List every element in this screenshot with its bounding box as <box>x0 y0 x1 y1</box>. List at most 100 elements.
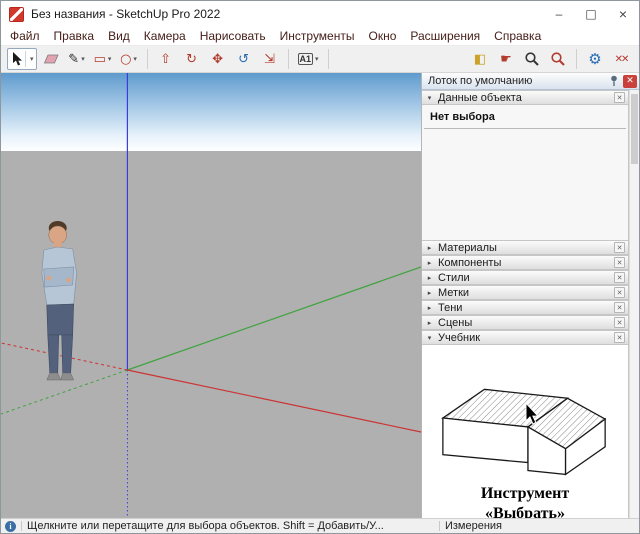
measurements-input[interactable] <box>507 519 635 533</box>
circle-tool-button[interactable]: ○ ▾ <box>117 48 141 70</box>
panel-entity-info-header[interactable]: ▾ Данные объекта ✕ <box>422 90 629 105</box>
toolbar-separator <box>147 49 148 69</box>
panel-shadows-header[interactable]: ▸ Тени ✕ <box>422 300 629 315</box>
menu-camera[interactable]: Камера <box>137 28 193 44</box>
line-tool-button[interactable]: ✎ ▾ <box>65 48 89 70</box>
orbit-tool-button[interactable]: ↻ <box>180 48 204 70</box>
close-icon[interactable]: ✕ <box>614 332 625 343</box>
zoom-extents-tool-button[interactable] <box>546 48 570 70</box>
tray-titlebar[interactable]: Лоток по умолчанию ✕ <box>422 73 639 90</box>
push-pull-tool-button[interactable]: ⇧ <box>154 48 178 70</box>
text-label-tool-button[interactable]: A1 ▾ <box>295 48 322 70</box>
red-axis-solid <box>127 370 421 432</box>
info-icon[interactable]: i <box>5 521 16 532</box>
main-area: Лоток по умолчанию ✕ ▾ Данные объекта ✕ <box>1 73 639 518</box>
eraser-icon <box>43 53 59 65</box>
menu-draw[interactable]: Нарисовать <box>193 28 273 44</box>
statusbar: i Щелкните или перетащите для выбора объ… <box>1 518 639 533</box>
toolbar-separator <box>288 49 289 69</box>
panel-label: Учебник <box>438 332 610 344</box>
chevron-right-icon: ▸ <box>425 259 434 267</box>
sketchup-logo-icon <box>9 7 24 22</box>
menu-window[interactable]: Окно <box>361 28 403 44</box>
instructor-title-line1: Инструмент <box>422 484 628 504</box>
panel-instructor-header[interactable]: ▾ Учебник ✕ <box>422 330 629 345</box>
chevron-right-icon: ▸ <box>425 304 434 312</box>
scale-figure-person <box>42 221 77 380</box>
rectangle-icon: ▭ <box>94 52 106 67</box>
tray-body: ▾ Данные объекта ✕ Нет выбора ▸ Материал… <box>422 90 629 518</box>
panel-components-header[interactable]: ▸ Компоненты ✕ <box>422 255 629 270</box>
shapes-tool-button[interactable]: ▭ ▾ <box>91 48 115 70</box>
tray-title: Лоток по умолчанию <box>428 75 607 87</box>
close-icon[interactable]: ✕ <box>614 302 625 313</box>
text-label-icon: A1 <box>298 53 314 65</box>
titlebar[interactable]: Без названия - SketchUp Pro 2022 – □ × <box>1 1 639 27</box>
divider <box>21 521 22 531</box>
panel-label: Материалы <box>438 242 610 254</box>
scale-icon: ⇲ <box>264 52 275 67</box>
close-icon[interactable]: ✕ <box>614 242 625 253</box>
menu-help[interactable]: Справка <box>487 28 548 44</box>
close-icon[interactable]: ✕ <box>614 272 625 283</box>
tray-scrollbar[interactable] <box>629 90 639 518</box>
close-icon[interactable]: ✕ <box>614 92 625 103</box>
chevron-down-icon[interactable]: ▾ <box>108 55 112 63</box>
menu-edit[interactable]: Правка <box>47 28 102 44</box>
paint-bucket-icon: ◧ <box>474 52 486 67</box>
chevron-down-icon[interactable]: ▾ <box>81 55 85 63</box>
move-tool-button[interactable]: ✥ <box>206 48 230 70</box>
panel-scenes-header[interactable]: ▸ Сцены ✕ <box>422 315 629 330</box>
status-hint: Щелкните или перетащите для выбора объек… <box>27 520 434 532</box>
rotate-tool-button[interactable]: ↺ <box>232 48 256 70</box>
double-x-icon: ✕✕ <box>615 54 628 65</box>
close-icon[interactable]: ✕ <box>614 317 625 328</box>
chevron-right-icon: ▸ <box>425 244 434 252</box>
modeling-viewport[interactable] <box>1 73 421 518</box>
minimize-button[interactable]: – <box>543 1 575 27</box>
menu-view[interactable]: Вид <box>101 28 137 44</box>
panel-materials-header[interactable]: ▸ Материалы ✕ <box>422 240 629 255</box>
double-x-button[interactable]: ✕✕ <box>609 48 633 70</box>
rotate-icon: ↺ <box>238 52 249 67</box>
panel-tags-header[interactable]: ▸ Метки ✕ <box>422 285 629 300</box>
instructor-title-line2: «Выбрать» <box>422 504 628 518</box>
chevron-right-icon: ▸ <box>425 319 434 327</box>
maximize-button[interactable]: □ <box>575 1 607 27</box>
close-button[interactable]: × <box>607 1 639 27</box>
paint-bucket-tool-button[interactable]: ◧ <box>468 48 492 70</box>
instructor-house-image <box>431 363 619 481</box>
magnifier-red-icon <box>550 51 566 67</box>
walk-tool-button[interactable]: ☛ <box>494 48 518 70</box>
instructor-content: Инструмент «Выбрать» <box>422 345 629 518</box>
close-icon[interactable]: ✕ <box>614 287 625 298</box>
select-tool-button[interactable]: ▾ <box>7 48 37 70</box>
panel-label: Тени <box>438 302 610 314</box>
menu-extensions[interactable]: Расширения <box>403 28 487 44</box>
scrollbar-thumb[interactable] <box>631 94 638 164</box>
zoom-tool-button[interactable] <box>520 48 544 70</box>
pin-button[interactable] <box>607 75 621 88</box>
menubar: Файл Правка Вид Камера Нарисовать Инстру… <box>1 27 639 46</box>
scale-tool-button[interactable]: ⇲ <box>258 48 282 70</box>
chevron-down-icon[interactable]: ▾ <box>30 55 34 63</box>
divider <box>439 521 440 531</box>
chevron-down-icon: ▾ <box>425 94 434 102</box>
close-icon[interactable]: ✕ <box>614 257 625 268</box>
chevron-down-icon: ▾ <box>425 334 434 342</box>
divider <box>424 128 626 129</box>
eraser-tool-button[interactable] <box>39 48 63 70</box>
panel-styles-header[interactable]: ▸ Стили ✕ <box>422 270 629 285</box>
select-cursor-icon <box>10 52 23 66</box>
menu-file[interactable]: Файл <box>3 28 47 44</box>
default-tray: Лоток по умолчанию ✕ ▾ Данные объекта ✕ <box>421 73 639 518</box>
green-axis-solid <box>127 267 421 370</box>
circle-icon: ○ <box>120 52 131 67</box>
chevron-down-icon[interactable]: ▾ <box>133 55 137 63</box>
menu-tools[interactable]: Инструменты <box>273 28 362 44</box>
chevron-down-icon[interactable]: ▾ <box>315 55 319 63</box>
sketchup-window: Без названия - SketchUp Pro 2022 – □ × Ф… <box>0 0 640 534</box>
extension-manager-button[interactable]: ⚙ <box>583 48 607 70</box>
gear-icon: ⚙ <box>588 50 601 68</box>
tray-close-button[interactable]: ✕ <box>623 75 637 88</box>
